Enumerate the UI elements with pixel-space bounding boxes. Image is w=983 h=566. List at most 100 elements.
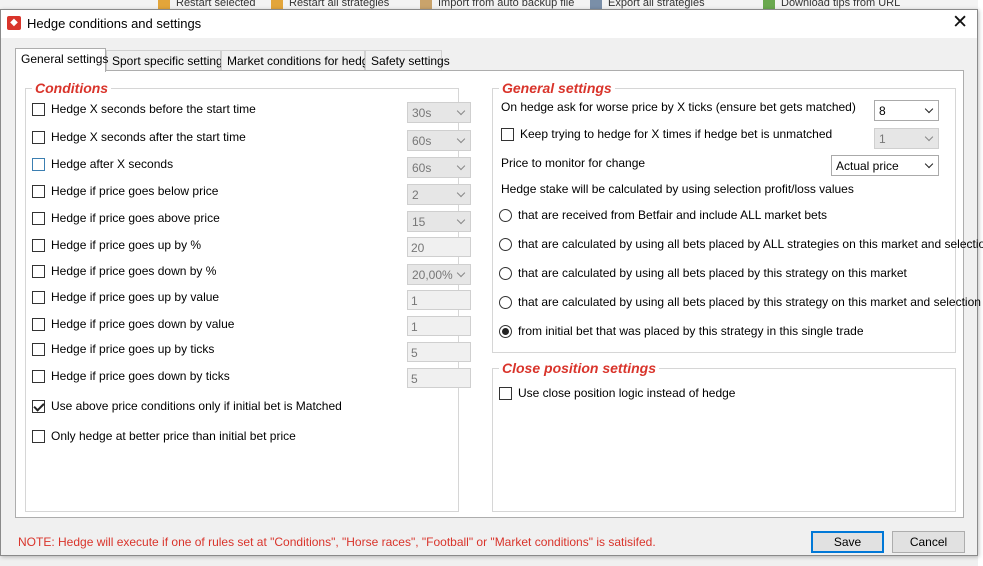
cond-label: Hedge if price goes above price — [51, 211, 220, 225]
monitor-select[interactable]: Actual price — [831, 155, 939, 176]
close-position-group: Close position settings Use close positi… — [492, 360, 956, 512]
select-value: 15 — [412, 215, 426, 229]
general-settings-title: General settings — [499, 80, 615, 96]
cond-above-price-select[interactable]: 15 — [407, 211, 471, 232]
stake-option-initial-bet[interactable]: from initial bet that was placed by this… — [499, 324, 864, 338]
cond-label: Hedge after X seconds — [51, 157, 174, 171]
window-title: Hedge conditions and settings — [27, 16, 202, 31]
stake-label: Hedge stake will be calculated by using … — [501, 182, 854, 196]
title-bar: ◆ Hedge conditions and settings ✕ — [1, 10, 977, 38]
checkbox[interactable] — [32, 429, 45, 443]
close-position-option[interactable]: Use close position logic instead of hedg… — [499, 386, 735, 400]
cond-up-value[interactable]: Hedge if price goes up by value — [32, 290, 219, 304]
select-value: 60s — [412, 134, 432, 148]
chevron-down-icon — [456, 215, 466, 225]
chevron-down-icon — [924, 132, 934, 142]
cond-label: Hedge if price goes down by value — [51, 317, 235, 331]
tab-safety-settings[interactable]: Safety settings — [365, 50, 450, 71]
checkbox[interactable] — [499, 386, 512, 400]
option-label: Keep trying to hedge for X times if hedg… — [520, 127, 833, 141]
checkbox[interactable] — [32, 290, 45, 304]
cond-label: Hedge if price goes up by value — [51, 290, 220, 304]
worse-price-label: On hedge ask for worse price by X ticks … — [501, 100, 856, 114]
stake-option-strategy-market[interactable]: that are calculated by using all bets pl… — [499, 266, 907, 280]
footer-note: NOTE: Hedge will execute if one of rules… — [18, 535, 656, 549]
chevron-down-icon — [456, 134, 466, 144]
checkbox[interactable] — [501, 127, 514, 141]
download-icon — [763, 0, 775, 9]
radio[interactable] — [499, 295, 512, 309]
radio[interactable] — [499, 237, 512, 251]
checkbox[interactable] — [32, 317, 45, 331]
cond-up-percent[interactable]: Hedge if price goes up by % — [32, 238, 201, 252]
keep-trying-select[interactable]: 1 — [874, 128, 939, 149]
stake-option-all-strategies[interactable]: that are calculated by using all bets pl… — [499, 237, 983, 251]
cond-above-price[interactable]: Hedge if price goes above price — [32, 211, 220, 225]
cond-label: Hedge if price goes down by % — [51, 264, 217, 278]
cond-label: Hedge X seconds before the start time — [51, 102, 256, 116]
checkbox[interactable] — [32, 157, 45, 171]
cond-below-price[interactable]: Hedge if price goes below price — [32, 184, 218, 198]
radio[interactable] — [499, 208, 512, 222]
keep-trying-option[interactable]: Keep trying to hedge for X times if hedg… — [501, 127, 832, 141]
close-icon[interactable]: ✕ — [952, 13, 968, 33]
conditions-title: Conditions — [32, 80, 112, 96]
checkbox[interactable] — [32, 130, 45, 144]
matched-only-option[interactable]: Use above price conditions only if initi… — [32, 399, 342, 413]
checkbox[interactable] — [32, 211, 45, 225]
option-label: that are calculated by using all bets pl… — [518, 266, 907, 280]
select-value: 2 — [412, 188, 419, 202]
cond-label: Hedge if price goes below price — [51, 184, 219, 198]
bg-restart-all: Restart all strategies — [271, 0, 389, 9]
tab-sport-specific[interactable]: Sport specific settings — [106, 50, 229, 71]
checkbox[interactable] — [32, 184, 45, 198]
cond-down-ticks[interactable]: Hedge if price goes down by ticks — [32, 369, 230, 383]
cond-after-start-select[interactable]: 60s — [407, 130, 471, 151]
cond-after-seconds-select[interactable]: 60s — [407, 157, 471, 178]
cancel-button[interactable]: Cancel — [892, 531, 965, 553]
cond-up-value-input[interactable]: 1 — [407, 290, 471, 310]
save-button[interactable]: Save — [811, 531, 884, 553]
bg-import: Import from auto backup file — [420, 0, 574, 9]
cond-before-start-select[interactable]: 30s — [407, 102, 471, 123]
option-label: from initial bet that was placed by this… — [518, 324, 864, 338]
cond-up-ticks[interactable]: Hedge if price goes up by ticks — [32, 342, 214, 356]
tab-general-settings[interactable]: General settings — [15, 48, 108, 72]
chevron-down-icon — [456, 106, 466, 116]
checkbox[interactable] — [32, 369, 45, 383]
option-label: Only hedge at better price than initial … — [51, 429, 296, 443]
monitor-label: Price to monitor for change — [501, 156, 646, 170]
checkbox[interactable] — [32, 399, 45, 413]
save-icon — [590, 0, 602, 9]
checkbox[interactable] — [32, 264, 45, 278]
chevron-down-icon — [456, 268, 466, 278]
option-label: that are calculated by using all bets pl… — [518, 295, 981, 309]
better-price-option[interactable]: Only hedge at better price than initial … — [32, 429, 296, 443]
cond-down-value-input[interactable]: 1 — [407, 316, 471, 336]
cond-down-percent[interactable]: Hedge if price goes down by % — [32, 264, 216, 278]
select-value: 60s — [412, 161, 432, 175]
checkbox[interactable] — [32, 102, 45, 116]
cond-before-start[interactable]: Hedge X seconds before the start time — [32, 102, 256, 116]
radio[interactable] — [499, 324, 512, 338]
cond-down-percent-select[interactable]: 20,00% — [407, 264, 471, 285]
chevron-down-icon — [924, 159, 934, 169]
checkbox[interactable] — [32, 342, 45, 356]
bg-download-tips: Download tips from URL — [763, 0, 900, 9]
checkbox[interactable] — [32, 238, 45, 252]
worse-price-select[interactable]: 8 — [874, 100, 939, 121]
refresh-icon — [158, 0, 170, 9]
select-value: 30s — [412, 106, 432, 120]
cond-up-percent-input[interactable]: 20 — [407, 237, 471, 257]
cond-after-start[interactable]: Hedge X seconds after the start time — [32, 130, 246, 144]
cond-up-ticks-input[interactable]: 5 — [407, 342, 471, 362]
radio[interactable] — [499, 266, 512, 280]
cond-after-seconds[interactable]: Hedge after X seconds — [32, 157, 173, 171]
tab-market-conditions[interactable]: Market conditions for hedge — [221, 50, 375, 71]
cond-below-price-select[interactable]: 2 — [407, 184, 471, 205]
cond-down-ticks-input[interactable]: 5 — [407, 368, 471, 388]
stake-option-strategy-selection[interactable]: that are calculated by using all bets pl… — [499, 295, 981, 309]
stake-option-betfair[interactable]: that are received from Betfair and inclu… — [499, 208, 827, 222]
cond-down-value[interactable]: Hedge if price goes down by value — [32, 317, 234, 331]
refresh-icon — [271, 0, 283, 9]
